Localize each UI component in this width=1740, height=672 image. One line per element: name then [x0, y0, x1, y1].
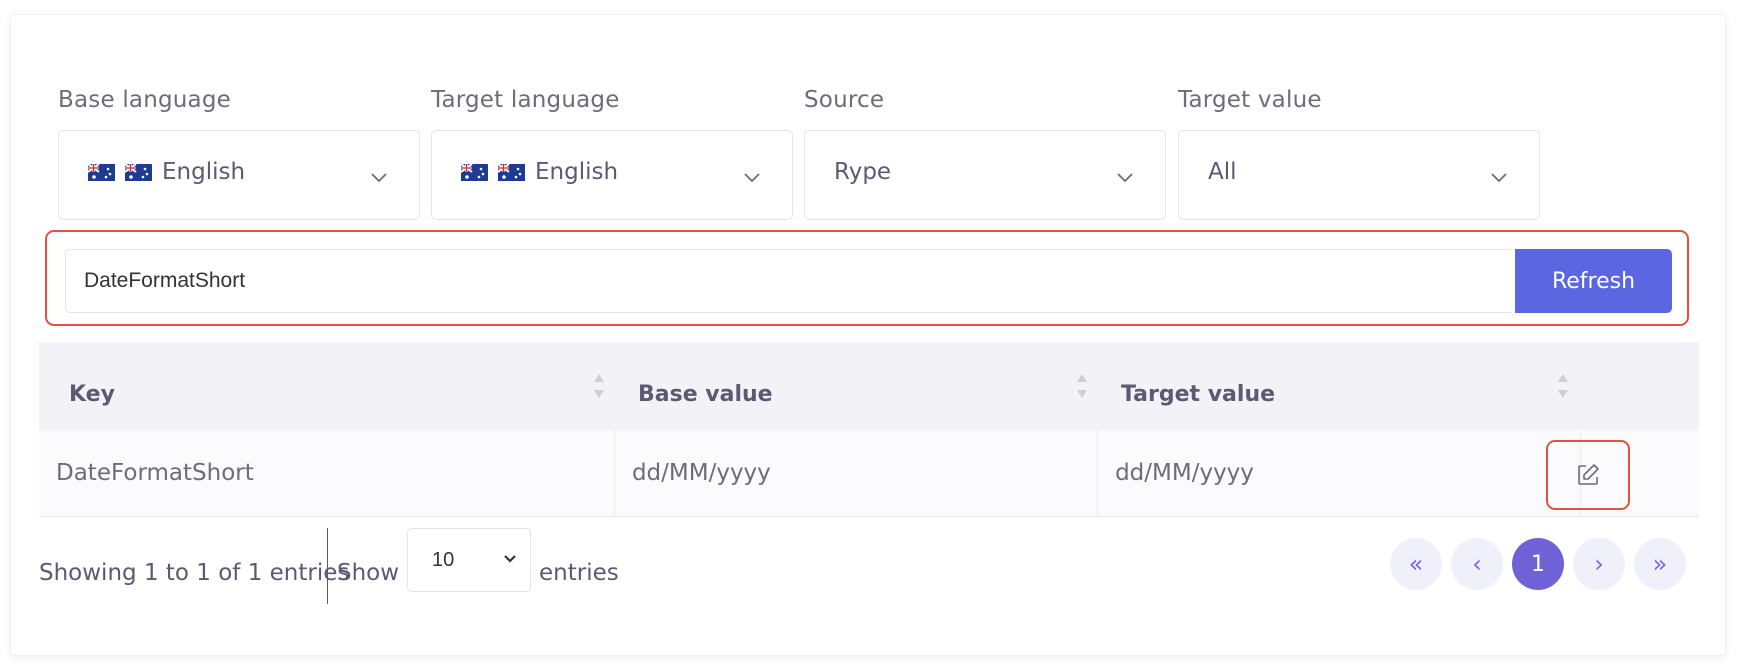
page-length-value: 10	[432, 549, 455, 571]
table-row: DateFormatShort dd/MM/yyyy dd/MM/yyyy	[39, 430, 1699, 517]
source-value: Rype	[834, 159, 892, 185]
table-header: Key Base value Target value	[39, 342, 1699, 430]
column-header-label: Base value	[638, 382, 773, 407]
show-label: Show	[337, 560, 400, 586]
base-language-label: Base language	[58, 87, 231, 113]
first-page-button[interactable]: «	[1390, 538, 1442, 590]
next-page-button[interactable]: ›	[1573, 538, 1625, 590]
edit-icon	[1578, 464, 1599, 485]
chevron-down-icon	[1117, 173, 1133, 183]
australia-flag-icon	[88, 163, 115, 181]
target-value-filter: Target value All	[1178, 87, 1542, 220]
chevron-down-icon	[744, 173, 760, 183]
column-header-key[interactable]: Key	[39, 342, 616, 430]
table-footer: Showing 1 to 1 of 1 entries Show 10 entr…	[39, 528, 1699, 608]
australia-flag-icon	[125, 163, 152, 181]
column-header-target-value[interactable]: Target value	[1099, 342, 1581, 430]
sort-icon	[1077, 374, 1087, 398]
base-language-select[interactable]: English	[58, 130, 420, 220]
cell-base-value-text: dd/MM/yyyy	[631, 460, 771, 486]
australia-flag-icon	[461, 163, 488, 181]
last-page-button[interactable]: »	[1634, 538, 1686, 590]
target-language-filter: Target language English	[431, 87, 795, 220]
edit-button[interactable]	[1546, 440, 1630, 510]
target-language-select[interactable]: English	[431, 130, 793, 220]
australia-flag-icon	[498, 163, 525, 181]
cell-key-text: DateFormatShort	[56, 460, 254, 486]
sort-icon	[594, 374, 604, 398]
cell-base-value: dd/MM/yyyy	[615, 430, 1099, 516]
prev-page-button[interactable]: ‹	[1451, 538, 1503, 590]
column-header-base-value[interactable]: Base value	[616, 342, 1099, 430]
translations-table: Key Base value Target value DateFormatSh…	[39, 342, 1699, 517]
page-length-select[interactable]: 10	[407, 528, 531, 592]
column-header-label: Key	[69, 382, 115, 407]
source-select[interactable]: Rype	[804, 130, 1166, 220]
target-value-value: All	[1208, 159, 1237, 185]
page-1-button[interactable]: 1	[1512, 538, 1564, 590]
target-language-label: Target language	[431, 87, 620, 113]
chevron-down-icon	[371, 173, 387, 183]
source-filter: Source Rype	[804, 87, 1168, 220]
column-header-actions	[1581, 342, 1699, 430]
refresh-button[interactable]: Refresh	[1515, 249, 1672, 313]
target-value-label: Target value	[1178, 87, 1322, 113]
sort-icon	[1558, 374, 1568, 398]
chevron-down-icon	[504, 555, 516, 563]
entries-label: entries	[539, 560, 619, 586]
base-language-filter: Base language English	[58, 87, 422, 220]
target-language-value: English	[535, 159, 619, 185]
search-highlight: Refresh	[45, 230, 1689, 326]
search-input[interactable]	[65, 249, 1511, 313]
chevron-down-icon	[1491, 173, 1507, 183]
source-label: Source	[804, 87, 885, 113]
entries-info: Showing 1 to 1 of 1 entries	[39, 560, 350, 586]
cell-target-value-text: dd/MM/yyyy	[1115, 460, 1254, 486]
target-value-select[interactable]: All	[1178, 130, 1540, 220]
cell-key: DateFormatShort	[39, 430, 615, 516]
divider	[327, 528, 328, 604]
cell-target-value: dd/MM/yyyy	[1098, 430, 1582, 516]
column-header-label: Target value	[1121, 382, 1276, 407]
base-language-value: English	[162, 159, 246, 185]
